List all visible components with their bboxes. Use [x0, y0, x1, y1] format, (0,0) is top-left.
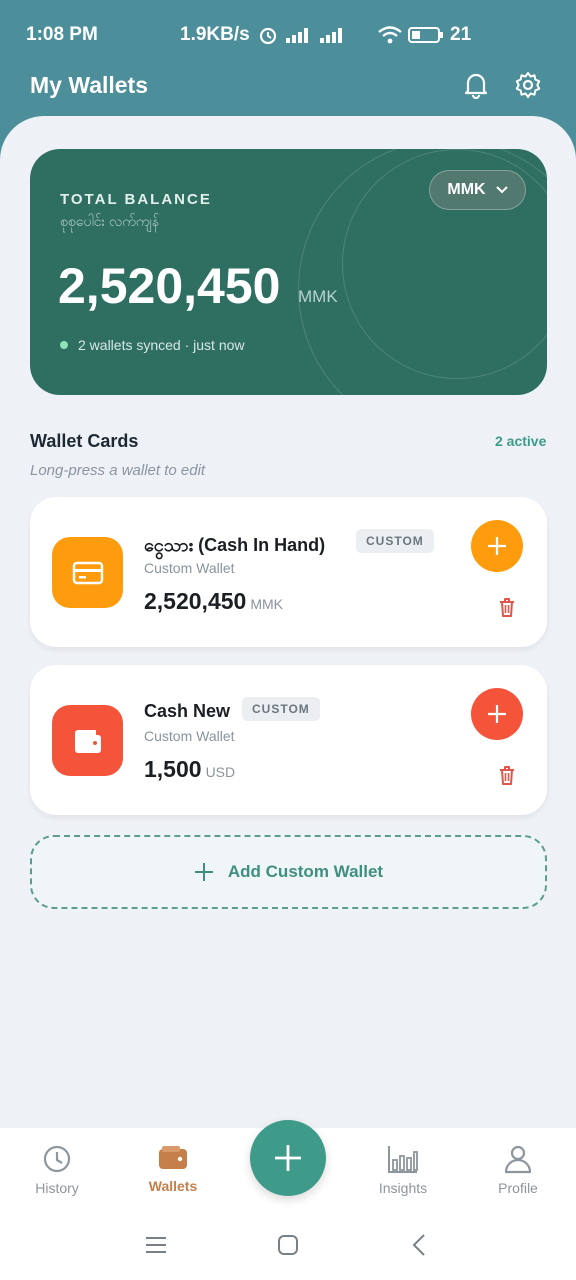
- wallet-badge: CUSTOM: [356, 529, 434, 553]
- balance-amount: 2,520,450: [58, 258, 281, 314]
- wallet-name: Cash New: [144, 701, 231, 721]
- plus-icon: [275, 1145, 301, 1171]
- wallet-currency: USD: [205, 764, 236, 780]
- add-transaction-button[interactable]: [471, 688, 523, 740]
- plus-icon: [194, 863, 213, 881]
- alarm-icon: [259, 27, 276, 45]
- delete-wallet-button[interactable]: [496, 764, 518, 786]
- wallet-icon-tile: [52, 705, 123, 776]
- network-speed: 1.9KB/s: [180, 24, 250, 45]
- add-transaction-button[interactable]: [471, 520, 523, 572]
- plus-icon: [488, 537, 506, 555]
- back-icon[interactable]: [407, 1232, 433, 1258]
- wallet-balance: 1,500 USD: [144, 756, 235, 783]
- status-center: 1.9KB/s: [180, 24, 346, 46]
- status-bar: 1:08 PM 1.9KB/s 21: [0, 0, 576, 70]
- wallet-card[interactable]: ငွေသား (Cash In Hand) CUSTOM Custom Wall…: [30, 497, 547, 647]
- wallet-card[interactable]: Cash New CUSTOM Custom Wallet 1,500 USD: [30, 665, 547, 815]
- nav-wallets-label: Wallets: [148, 1178, 198, 1194]
- clock-icon: [43, 1145, 71, 1173]
- gear-icon: [515, 72, 541, 98]
- currency-selector-label: MMK: [447, 181, 486, 198]
- signal-icon-2: [319, 28, 342, 43]
- wallet-type: Custom Wallet: [144, 728, 235, 744]
- nav-wallets[interactable]: Wallets: [123, 1144, 223, 1194]
- system-nav-bar: [0, 1220, 576, 1280]
- wallet-icon: [74, 729, 101, 753]
- plus-icon: [488, 705, 506, 723]
- balance-sublabel: စုစုပေါင်း လက်ကျန်: [60, 213, 159, 229]
- wallet-amount: 1,500: [144, 756, 202, 782]
- delete-wallet-button[interactable]: [496, 596, 518, 618]
- add-custom-wallet-button[interactable]: Add Custom Wallet: [30, 835, 547, 909]
- nav-history-label: History: [35, 1180, 79, 1196]
- balance-label: TOTAL BALANCE: [60, 191, 212, 208]
- active-count: 2 active: [495, 433, 547, 449]
- nav-profile-label: Profile: [498, 1180, 538, 1196]
- page-title: My Wallets: [30, 72, 149, 98]
- add-custom-wallet-label: Add Custom Wallet: [227, 862, 384, 881]
- nav-insights-label: Insights: [378, 1180, 428, 1196]
- wallet-balance: 2,520,450 MMK: [144, 588, 283, 615]
- nav-profile[interactable]: Profile: [468, 1144, 568, 1196]
- notifications-button[interactable]: [459, 68, 493, 102]
- currency-selector[interactable]: MMK: [429, 170, 526, 210]
- balance-currency: MMK: [298, 287, 338, 306]
- bar-chart-icon: [388, 1146, 418, 1173]
- wallet-type: Custom Wallet: [144, 560, 235, 576]
- sync-status: 2 wallets synced · just now: [60, 337, 245, 353]
- wifi-icon: [378, 26, 402, 44]
- battery-icon: [408, 27, 443, 43]
- status-time: 1:08 PM: [26, 24, 98, 45]
- wallet-icon: [159, 1146, 187, 1169]
- wallet-currency: MMK: [250, 596, 283, 612]
- nav-insights[interactable]: Insights: [353, 1144, 453, 1196]
- nav-history[interactable]: History: [7, 1144, 107, 1196]
- sync-dot: [60, 341, 68, 349]
- credit-card-icon: [72, 561, 103, 584]
- section-title: Wallet Cards: [30, 431, 139, 451]
- sync-text: 2 wallets synced · just now: [78, 337, 245, 353]
- menu-icon[interactable]: [143, 1232, 169, 1258]
- section-hint: Long-press a wallet to edit: [30, 462, 206, 479]
- total-balance-card: TOTAL BALANCE စုစုပေါင်း လက်ကျန် 2,520,4…: [30, 149, 547, 395]
- chevron-down-icon: [495, 186, 508, 194]
- status-right: 21: [378, 24, 471, 46]
- home-icon[interactable]: [275, 1232, 301, 1258]
- wallet-amount: 2,520,450: [144, 588, 247, 614]
- signal-icon: [285, 28, 308, 43]
- bell-icon: [464, 73, 488, 99]
- settings-button[interactable]: [511, 68, 545, 102]
- wallet-icon-tile: [52, 537, 123, 608]
- wallet-name: ငွေသား (Cash In Hand): [144, 535, 326, 555]
- person-icon: [504, 1145, 532, 1174]
- wallet-badge: CUSTOM: [242, 697, 320, 721]
- add-fab-button[interactable]: [250, 1120, 326, 1196]
- battery-percent: 21: [450, 24, 472, 45]
